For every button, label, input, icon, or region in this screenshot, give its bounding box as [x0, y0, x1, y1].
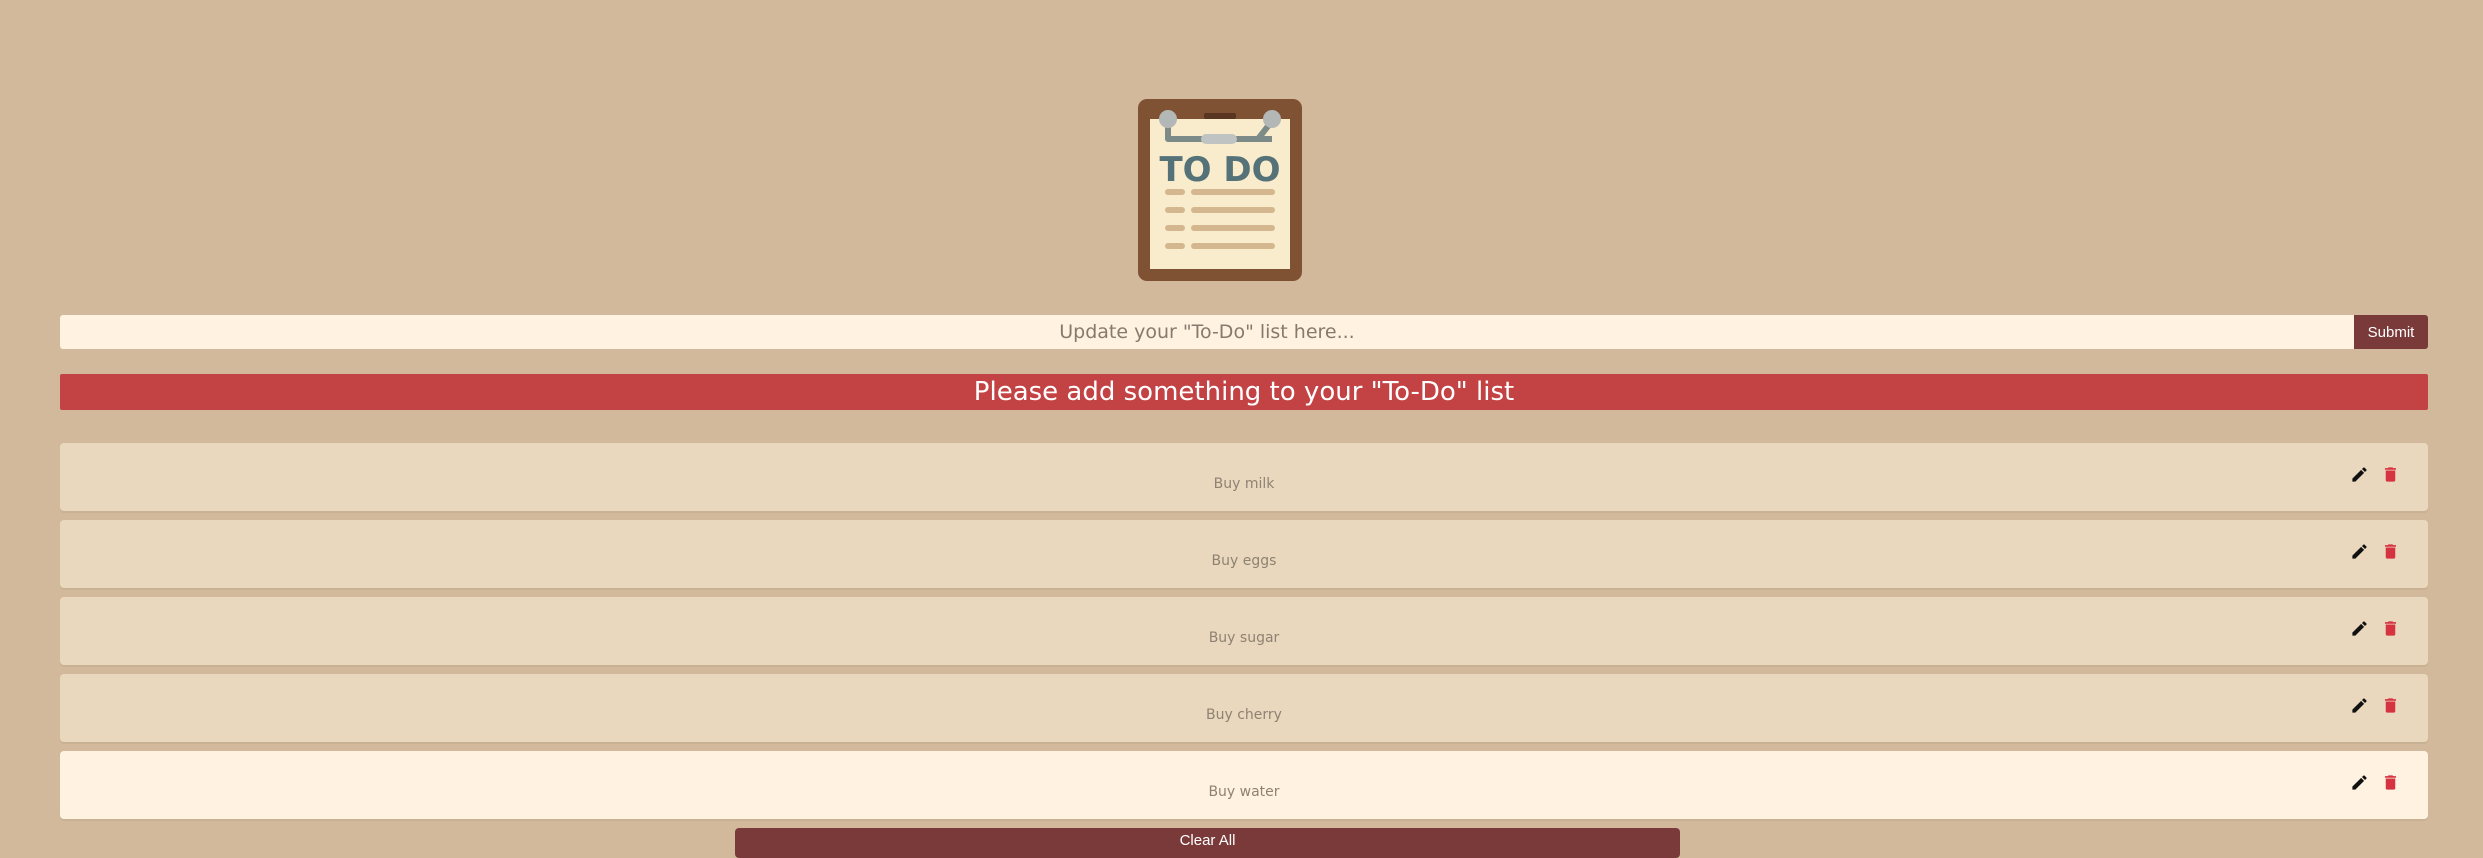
- logo-text: TO DO: [1159, 150, 1280, 190]
- submit-button[interactable]: Submit: [2354, 315, 2428, 349]
- todo-item-text: Buy eggs: [1211, 553, 1277, 569]
- todo-input[interactable]: [60, 315, 2354, 349]
- todo-item-text: Buy sugar: [1208, 630, 1280, 646]
- todo-list: Buy milk Buy eggs Buy sugar Buy cherry B…: [60, 443, 2428, 828]
- clear-all-button[interactable]: Clear All: [735, 828, 1680, 858]
- todo-actions: [2350, 542, 2400, 561]
- trash-icon[interactable]: [2381, 542, 2400, 561]
- todo-actions: [2350, 696, 2400, 715]
- todo-actions: [2350, 619, 2400, 638]
- todo-item-text: Buy cherry: [1206, 707, 1282, 723]
- pencil-icon[interactable]: [2350, 773, 2369, 792]
- todo-actions: [2350, 465, 2400, 484]
- todo-form: Submit: [60, 315, 2428, 349]
- trash-icon[interactable]: [2381, 696, 2400, 715]
- pencil-icon[interactable]: [2350, 619, 2369, 638]
- pencil-icon[interactable]: [2350, 696, 2369, 715]
- todo-clipboard-icon: TO DO: [1138, 99, 1302, 281]
- todo-item-text: Buy milk: [1213, 476, 1275, 492]
- alert-banner: Please add something to your "To-Do" lis…: [60, 374, 2428, 410]
- todo-item: Buy water: [60, 751, 2428, 819]
- trash-icon[interactable]: [2381, 465, 2400, 484]
- todo-item-text: Buy water: [1208, 784, 1280, 800]
- pencil-icon[interactable]: [2350, 542, 2369, 561]
- todo-item: Buy sugar: [60, 597, 2428, 665]
- pencil-icon[interactable]: [2350, 465, 2369, 484]
- trash-icon[interactable]: [2381, 619, 2400, 638]
- todo-item: Buy eggs: [60, 520, 2428, 588]
- todo-item: Buy cherry: [60, 674, 2428, 742]
- todo-item: Buy milk: [60, 443, 2428, 511]
- alert-message: Please add something to your "To-Do" lis…: [973, 377, 1515, 407]
- trash-icon[interactable]: [2381, 773, 2400, 792]
- todo-actions: [2350, 773, 2400, 792]
